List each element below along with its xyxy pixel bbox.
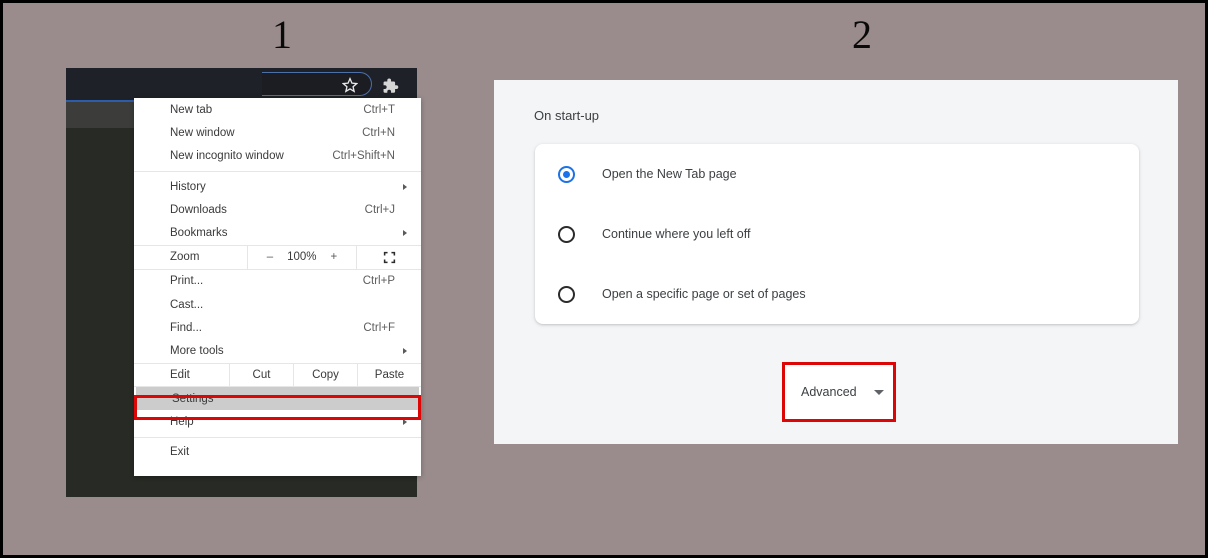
menu-divider [134,436,421,438]
settings-panel: On start-up Open the New Tab page Contin… [494,80,1178,444]
menu-item-label: Settings [172,392,214,405]
radio-button-icon [558,225,575,243]
advanced-button-label: Advanced [801,385,857,399]
copy-button[interactable]: Copy [294,362,358,387]
menu-item-print[interactable]: Print... Ctrl+P [134,270,421,293]
zoom-label: Zoom [170,251,200,264]
puzzle-piece-icon[interactable] [381,77,399,95]
chevron-right-icon [403,230,407,237]
menu-item-help[interactable]: Help [134,410,421,433]
menu-item-label: History [170,180,206,193]
menu-item-history[interactable]: History [134,175,421,198]
screenshot-canvas: 1 2 New tab Ctrl+T New window Ctrl+N New… [3,3,1205,555]
menu-item-label: Find... [170,322,202,335]
startup-options-card: Open the New Tab page Continue where you… [535,144,1139,324]
menu-zoom-row: Zoom – 100% + [134,244,421,270]
chrome-main-menu: New tab Ctrl+T New window Ctrl+N New inc… [134,98,421,476]
menu-item-label: Downloads [170,203,227,216]
zoom-level-value: 100% [287,251,317,264]
menu-item-cast[interactable]: Cast... [134,293,421,316]
browser-toolbar [66,68,417,100]
edit-label: Edit [134,362,230,387]
on-startup-heading: On start-up [534,108,600,123]
zoom-in-button[interactable]: + [331,251,338,263]
menu-item-accelerator: Ctrl+P [362,275,395,288]
menu-item-label: New incognito window [170,150,284,163]
menu-item-label: Print... [170,275,204,288]
menu-item-settings[interactable]: Settings [136,386,419,411]
menu-item-accelerator: Ctrl+F [363,322,395,335]
menu-item-exit[interactable]: Exit [134,441,421,464]
radio-option-new-tab-page[interactable]: Open the New Tab page [535,144,1139,204]
menu-item-bookmarks[interactable]: Bookmarks [134,221,421,244]
chevron-right-icon [403,418,407,425]
menu-item-accelerator: Ctrl+J [364,203,395,216]
menu-item-more-tools[interactable]: More tools [134,340,421,363]
zoom-out-button[interactable]: – [267,251,273,263]
step-number-2: 2 [852,12,872,57]
menu-item-label: More tools [170,345,224,358]
step-number-1: 1 [272,12,292,57]
radio-option-label: Open the New Tab page [602,167,737,181]
menu-item-label: Exit [170,446,190,459]
menu-item-new-tab[interactable]: New tab Ctrl+T [134,98,421,121]
menu-item-accelerator: Ctrl+N [362,126,395,139]
cut-button[interactable]: Cut [230,362,294,387]
menu-item-new-incognito-window[interactable]: New incognito window Ctrl+Shift+N [134,145,421,168]
menu-item-label: Cast... [170,298,204,311]
menu-item-downloads[interactable]: Downloads Ctrl+J [134,198,421,221]
menu-item-label: Bookmarks [170,227,228,240]
menu-divider [134,170,421,172]
radio-option-label: Open a specific page or set of pages [602,287,806,301]
advanced-button[interactable]: Advanced [785,365,893,419]
chevron-right-icon [403,183,407,190]
radio-button-icon [558,285,575,303]
menu-edit-row: Edit Cut Copy Paste [134,362,421,387]
radio-option-specific-pages[interactable]: Open a specific page or set of pages [535,264,1139,324]
radio-button-icon [558,165,575,183]
menu-item-label: Help [170,415,194,428]
fullscreen-icon[interactable] [357,251,421,264]
menu-item-accelerator: Ctrl+Shift+N [332,150,395,163]
zoom-controls: – 100% + [247,244,357,270]
menu-item-label: New tab [170,103,213,116]
star-icon[interactable] [341,76,359,93]
radio-option-label: Continue where you left off [602,227,751,241]
radio-dot [563,170,570,178]
menu-item-accelerator: Ctrl+T [363,103,395,116]
menu-item-label: New window [170,126,235,139]
paste-button[interactable]: Paste [358,363,421,387]
menu-item-new-window[interactable]: New window Ctrl+N [134,121,421,144]
chevron-right-icon [403,348,407,355]
radio-option-continue-where-left-off[interactable]: Continue where you left off [535,204,1139,264]
menu-item-find[interactable]: Find... Ctrl+F [134,316,421,339]
chevron-down-icon [873,389,884,395]
